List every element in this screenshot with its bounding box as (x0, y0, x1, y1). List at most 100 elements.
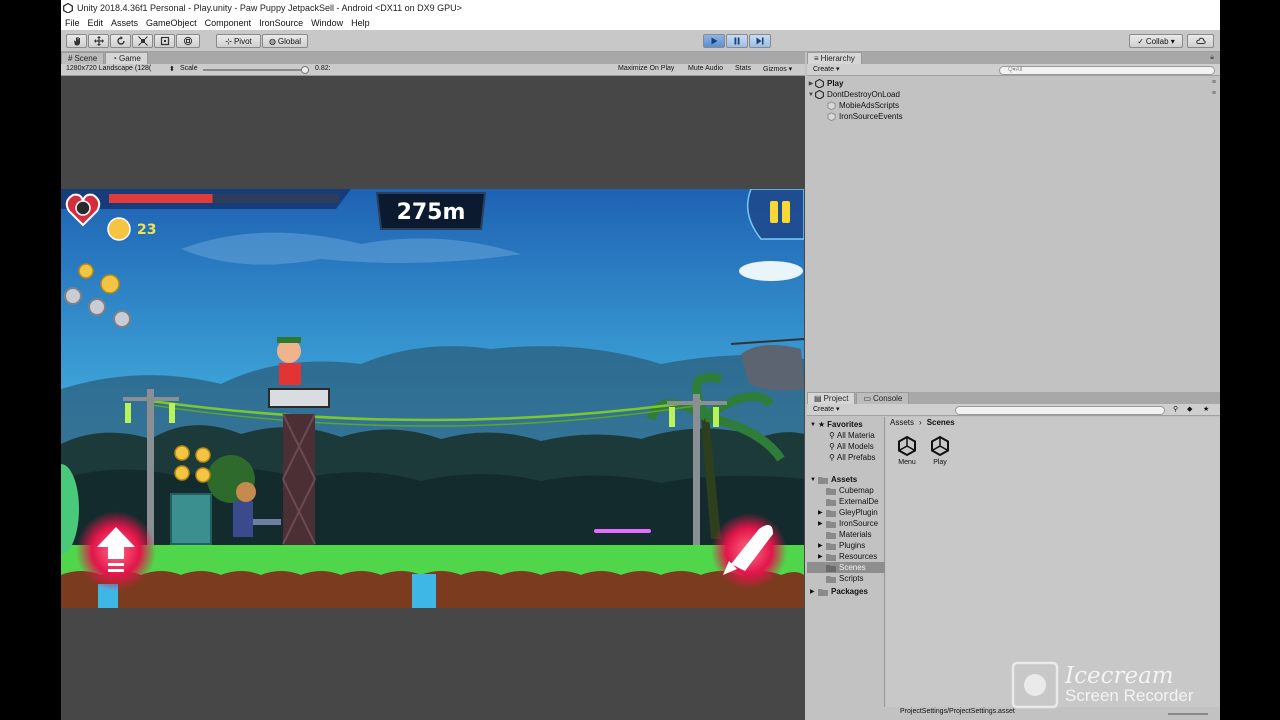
player-dog (233, 501, 253, 537)
rect-tool-button[interactable] (154, 34, 175, 48)
collapsed-arrow-icon: ▶ (810, 589, 815, 595)
folder-label: ExternalDe (839, 497, 879, 506)
global-toggle-button[interactable]: ◍ Global (262, 34, 308, 48)
menu-file[interactable]: File (61, 18, 84, 28)
folder-item[interactable]: Cubemap (818, 485, 874, 496)
player-dog-head (236, 482, 256, 502)
hierarchy-search-input[interactable]: Q▾All (999, 66, 1215, 75)
transform-tool-button[interactable] (176, 34, 200, 48)
rocket-button[interactable] (711, 513, 787, 589)
search-icon: ⚲ (829, 442, 835, 451)
context-menu-icon[interactable]: ≡ (1212, 90, 1216, 97)
favorite-item[interactable]: ⚲ All Materia (829, 430, 875, 441)
lock-icon[interactable]: 🔒︎ (1210, 54, 1214, 62)
gameobject-cube-icon (827, 101, 836, 110)
collapsed-arrow-icon[interactable]: ▶ (807, 80, 815, 87)
folder-item[interactable]: Materials (818, 529, 871, 540)
health-bar-fill (109, 194, 213, 203)
folder-label: IronSource (839, 519, 879, 528)
assets-header[interactable]: ▼ Assets (810, 474, 857, 485)
folder-item[interactable]: Scripts (818, 573, 863, 584)
expanded-arrow-icon: ▼ (810, 421, 816, 428)
breadcrumb-scenes[interactable]: Scenes (927, 418, 955, 427)
hierarchy-item-play[interactable]: ▶ Play ≡ (807, 78, 1220, 89)
jump-button[interactable] (76, 511, 156, 591)
folder-item[interactable]: ▶ Plugins (818, 540, 865, 551)
move-tool-button[interactable] (88, 34, 109, 48)
hierarchy-create-dropdown[interactable]: Create ▾ (810, 65, 842, 73)
hand-tool-button[interactable] (66, 34, 87, 48)
star-icon[interactable]: ★ (1203, 405, 1209, 413)
folder-item[interactable]: ExternalDe (818, 496, 879, 507)
scale-slider[interactable] (203, 69, 309, 71)
breadcrumb-assets[interactable]: Assets (890, 418, 914, 427)
collab-button[interactable]: ✓ Collab ▾ (1129, 34, 1183, 48)
folder-item-selected[interactable]: Scenes (807, 562, 885, 573)
project-folder-tree: ▼ ★ Favorites ⚲ All Materia ⚲ All Models ⚲ Al… (807, 417, 885, 707)
hierarchy-item-ironsourceevents[interactable]: IronSourceEvents (807, 111, 1220, 122)
filter-type-icon[interactable]: ⚲ (1173, 405, 1178, 413)
scale-icon (137, 36, 148, 46)
folder-item[interactable]: ▶ IronSource (818, 518, 878, 529)
asset-label: Play (933, 459, 947, 466)
expanded-arrow-icon[interactable]: ▼ (807, 92, 815, 98)
menu-assets[interactable]: Assets (107, 18, 142, 28)
asset-play-scene[interactable]: Play (925, 435, 955, 466)
scale-slider-handle[interactable] (301, 66, 309, 74)
list-icon: ≡ (814, 54, 819, 63)
scale-label: Scale (180, 65, 198, 72)
step-button[interactable] (749, 34, 771, 48)
player-blaster (253, 519, 281, 525)
filter-label-icon[interactable]: ◆ (1187, 405, 1192, 413)
hierarchy-item-label: DontDestroyOnLoad (827, 90, 900, 99)
gizmos-dropdown[interactable]: Gizmos ▾ (763, 65, 792, 73)
watermark-product: Screen Recorder (1065, 686, 1194, 705)
resolution-dropdown[interactable]: 1280x720 Landscape (128( (66, 65, 151, 72)
packages-header[interactable]: ▶ Packages (810, 586, 868, 597)
icon-size-slider[interactable] (1168, 713, 1208, 715)
tab-console[interactable]: ▭ Console (856, 392, 910, 404)
project-search-input[interactable] (955, 406, 1165, 415)
context-menu-icon[interactable]: ≡ (1212, 79, 1216, 86)
unity-logo-icon (63, 3, 73, 13)
stats-toggle[interactable]: Stats (735, 65, 751, 72)
game-view-toolbar: 1280x720 Landscape (128( ⬍ Scale 0.82: M… (61, 64, 805, 76)
pause-button[interactable] (726, 34, 748, 48)
favorite-item[interactable]: ⚲ All Prefabs (829, 452, 876, 463)
asset-menu-scene[interactable]: Menu (892, 435, 922, 466)
tab-project[interactable]: ▤ Project (807, 392, 856, 404)
play-button[interactable] (703, 34, 725, 48)
menu-gameobject[interactable]: GameObject (142, 18, 201, 28)
folder-item[interactable]: ▶ GleyPlugin (818, 507, 878, 518)
game-viewport[interactable]: 23 275m (61, 189, 804, 608)
project-create-dropdown[interactable]: Create ▾ (810, 405, 842, 413)
folder-item[interactable]: ▶ Resources (818, 551, 877, 562)
folder-label: Scenes (839, 563, 866, 572)
pivot-toggle-button[interactable]: ⊹ Pivot (216, 34, 261, 48)
hierarchy-item-dontdestroyonload[interactable]: ▼ DontDestroyOnLoad ≡ (807, 89, 1220, 100)
folder-label: Plugins (839, 541, 866, 550)
menu-component[interactable]: Component (201, 18, 256, 28)
global-label: Global (277, 36, 302, 46)
mute-audio-toggle[interactable]: Mute Audio (688, 65, 723, 72)
tab-game[interactable]: ◔ Game (105, 52, 148, 64)
tab-scene[interactable]: # Scene (61, 52, 105, 64)
scale-tool-button[interactable] (132, 34, 153, 48)
breadcrumb-separator-icon: › (919, 418, 922, 427)
screen-recorder-watermark: Icecream Screen Recorder (1011, 660, 1220, 710)
tower-platform (268, 388, 330, 408)
cloud-button[interactable] (1187, 34, 1214, 48)
rotate-icon (116, 36, 125, 45)
favorites-header[interactable]: ▼ ★ Favorites (810, 419, 863, 430)
hierarchy-item-mobieadsscripts[interactable]: MobieAdsScripts (807, 100, 1220, 111)
favorite-item[interactable]: ⚲ All Models (829, 441, 874, 452)
tab-hierarchy[interactable]: ≡ Hierarchy (807, 52, 862, 64)
menu-ironsource[interactable]: IronSource (255, 18, 307, 28)
menu-help[interactable]: Help (347, 18, 374, 28)
menu-window[interactable]: Window (307, 18, 347, 28)
menu-edit[interactable]: Edit (84, 18, 108, 28)
maximize-on-play-toggle[interactable]: Maximize On Play (618, 65, 674, 72)
rotate-tool-button[interactable] (110, 34, 131, 48)
project-toolbar: Create ▾ ⚲ ◆ ★ (807, 404, 1220, 416)
power-pole-right (693, 394, 700, 549)
